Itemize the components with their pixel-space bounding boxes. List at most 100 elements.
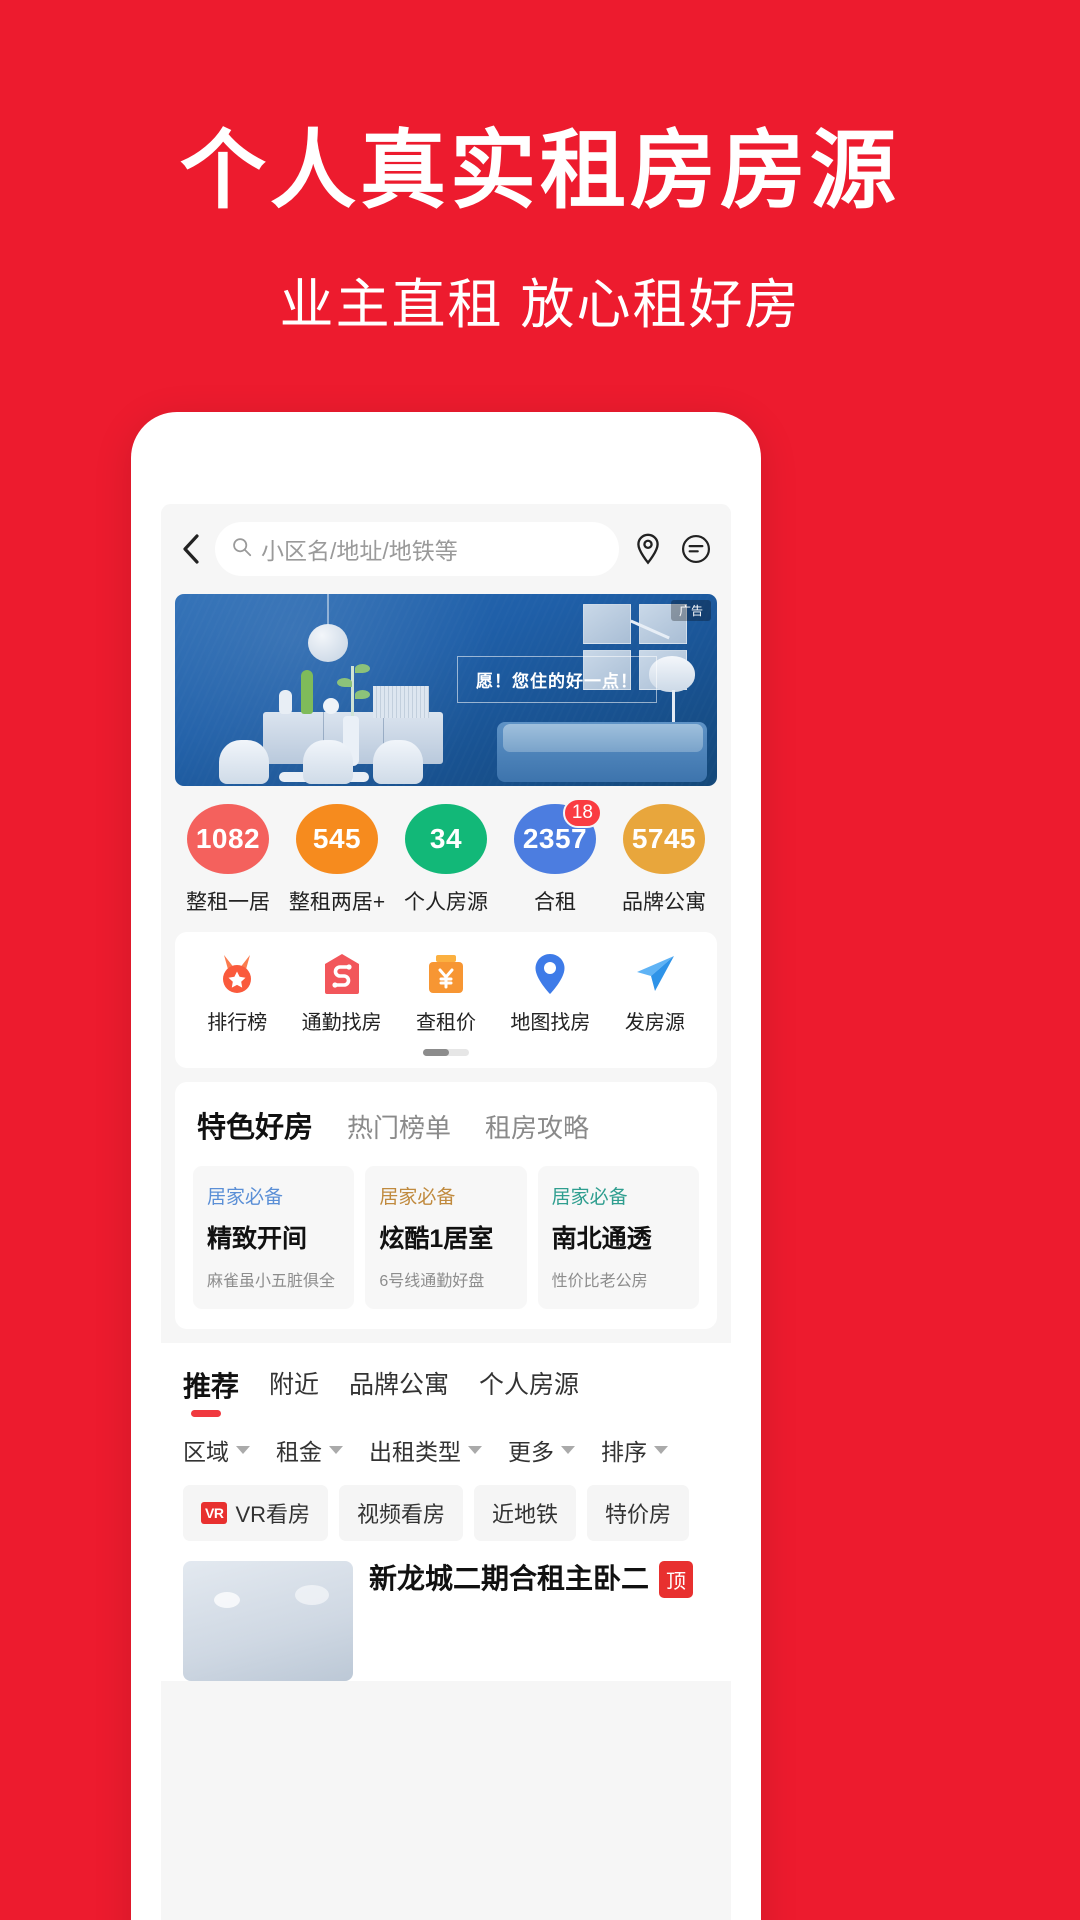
promo-subtitle: 业主直租 放心租好房: [279, 275, 801, 335]
tab-remen-bangdan[interactable]: 热门榜单: [347, 1108, 451, 1145]
filter-chuzu-leixing[interactable]: 出租类型: [369, 1433, 482, 1467]
category-item-pinpaigongyu[interactable]: 5745 品牌公寓: [615, 804, 713, 916]
banner-chair: [219, 740, 269, 784]
category-item-zhengzuliangju[interactable]: 545 整租两居+: [288, 804, 386, 916]
map-pin-icon: [528, 952, 572, 996]
chip-label: 视频看房: [357, 1502, 446, 1527]
feature-panel: 特色好房 热门榜单 租房攻略 居家必备 精致开间 麻雀虽小五脏俱全 居家必备 炫…: [175, 1082, 717, 1329]
feature-card-desc: 性价比老公房: [551, 1273, 648, 1290]
feature-card-tag: 居家必备: [207, 1187, 284, 1208]
search-placeholder: 小区名/地址/地铁等: [261, 538, 458, 564]
tab-tuijian[interactable]: 推荐: [183, 1365, 239, 1417]
banner-books: [373, 686, 429, 718]
yuan-bag-icon: [424, 952, 468, 996]
chip-jin-ditie[interactable]: 近地铁: [474, 1485, 577, 1541]
chip-label: 近地铁: [492, 1502, 559, 1527]
paper-plane-icon: [633, 952, 677, 996]
chip-label: 特价房: [605, 1502, 672, 1527]
tab-tese-haofang[interactable]: 特色好房: [197, 1104, 313, 1146]
filter-label: 租金: [276, 1439, 322, 1465]
vr-icon: VR: [201, 1502, 228, 1524]
banner-chair: [303, 740, 353, 784]
category-item-hezu[interactable]: 18 2357 合租: [506, 798, 604, 916]
quick-actions-row: 排行榜 通勤找房 查租价 地图找房 发房源: [185, 952, 707, 1035]
filter-label: 更多: [508, 1439, 554, 1465]
category-badge: 18: [562, 798, 602, 828]
banner-chair: [373, 740, 423, 784]
banner-leaf: [337, 678, 352, 687]
banner-window: [583, 604, 631, 644]
quick-action-label: 排行榜: [207, 1012, 268, 1034]
listing-tabs: 推荐 附近 品牌公寓 个人房源: [161, 1365, 731, 1417]
search-input[interactable]: 小区名/地址/地铁等: [215, 522, 619, 576]
chip-tejia-fang[interactable]: 特价房: [587, 1485, 690, 1541]
listing-top-badge: 顶: [659, 1561, 694, 1598]
banner-slogan: 愿！您住的好一点！: [457, 656, 657, 703]
category-label: 品牌公寓: [622, 891, 706, 914]
quick-action-label: 发房源: [624, 1012, 685, 1034]
banner-sphere-decor: [323, 698, 339, 714]
map-pin-icon[interactable]: [629, 530, 667, 568]
chip-label: VR看房: [235, 1502, 311, 1527]
quick-action-ranking[interactable]: 排行榜: [185, 952, 289, 1035]
quick-action-rent-price[interactable]: 查租价: [394, 952, 498, 1035]
promo-title: 个人真实租房房源: [180, 123, 900, 219]
quick-action-label: 地图找房: [510, 1012, 591, 1034]
feature-cards: 居家必备 精致开间 麻雀虽小五脏俱全 居家必备 炫酷1居室 6号线通勤好盘 居家…: [175, 1146, 717, 1309]
listing-item[interactable]: 新龙城二期合租主卧二 顶: [161, 1541, 731, 1681]
tab-pinpai-gongyu[interactable]: 品牌公寓: [349, 1365, 449, 1413]
phone-mockup: 小区名/地址/地铁等 愿！您住的好一点！ 广告 1082 整租一居 545 整租…: [131, 412, 761, 1920]
back-chevron-icon[interactable]: [175, 532, 205, 566]
category-count-bubble: 5745: [623, 804, 705, 874]
quick-action-label: 查租价: [416, 1012, 477, 1034]
quick-action-post-listing[interactable]: 发房源: [603, 952, 707, 1035]
tab-label: 推荐: [183, 1371, 240, 1402]
feature-card-title: 南北通透: [551, 1225, 652, 1253]
listing-section: 推荐 附近 品牌公寓 个人房源 区域 租金 出租类型 更多 排序 VR VR看房…: [161, 1343, 731, 1681]
filter-gengduo[interactable]: 更多: [508, 1433, 575, 1467]
feature-tabs: 特色好房 热门榜单 租房攻略: [175, 1104, 717, 1146]
category-count-bubble: 545: [296, 804, 378, 874]
quick-action-map-search[interactable]: 地图找房: [498, 952, 602, 1035]
chip-vr-kanfang[interactable]: VR VR看房: [183, 1485, 329, 1541]
category-label: 个人房源: [404, 891, 488, 914]
listing-thumbnail: [183, 1561, 353, 1681]
filter-paixu[interactable]: 排序: [601, 1433, 668, 1467]
category-count-bubble: 1082: [187, 804, 269, 874]
category-item-gerenfangyuan[interactable]: 34 个人房源: [397, 804, 495, 916]
medal-icon: [215, 952, 259, 996]
feature-card-title: 精致开间: [207, 1225, 308, 1253]
tab-fujin[interactable]: 附近: [269, 1365, 319, 1413]
banner-plant-stem: [351, 666, 354, 716]
quick-actions-scroll-indicator[interactable]: [423, 1049, 469, 1056]
category-label: 整租两居+: [288, 891, 386, 914]
feature-card-tag: 居家必备: [551, 1187, 628, 1208]
ad-tag: 广告: [670, 600, 711, 621]
feature-card-title: 炫酷1居室: [379, 1225, 494, 1253]
category-label: 整租一居: [186, 891, 270, 914]
feature-card[interactable]: 居家必备 炫酷1居室 6号线通勤好盘: [365, 1166, 527, 1309]
category-count-bubble: 34: [405, 804, 487, 874]
filter-label: 排序: [601, 1439, 647, 1465]
quick-action-commute[interactable]: 通勤找房: [289, 952, 393, 1035]
filter-label: 出租类型: [369, 1439, 461, 1465]
quick-action-label: 通勤找房: [301, 1012, 382, 1034]
search-header: 小区名/地址/地铁等: [161, 504, 731, 590]
banner-leaf: [355, 664, 370, 673]
quick-actions-panel: 排行榜 通勤找房 查租价 地图找房 发房源: [175, 932, 717, 1068]
s-tag-icon: [320, 952, 364, 996]
category-item-zhengzuyiju[interactable]: 1082 整租一居: [179, 804, 277, 916]
filter-quyu[interactable]: 区域: [183, 1433, 250, 1467]
promo-banner[interactable]: 愿！您住的好一点！ 广告: [175, 594, 717, 786]
chevron-down-icon: [561, 1446, 575, 1454]
chip-shipin-kanfang[interactable]: 视频看房: [339, 1485, 464, 1541]
listing-body: 新龙城二期合租主卧二 顶: [369, 1561, 709, 1681]
filter-zujin[interactable]: 租金: [276, 1433, 343, 1467]
feature-card[interactable]: 居家必备 南北通透 性价比老公房: [537, 1166, 699, 1309]
tab-zufang-gonglue[interactable]: 租房攻略: [485, 1108, 589, 1145]
chevron-down-icon: [236, 1446, 250, 1454]
filter-bar: 区域 租金 出租类型 更多 排序: [161, 1417, 731, 1467]
feature-card[interactable]: 居家必备 精致开间 麻雀虽小五脏俱全: [193, 1166, 355, 1309]
tab-geren-fangyuan[interactable]: 个人房源: [479, 1365, 579, 1413]
message-icon[interactable]: [677, 530, 715, 568]
